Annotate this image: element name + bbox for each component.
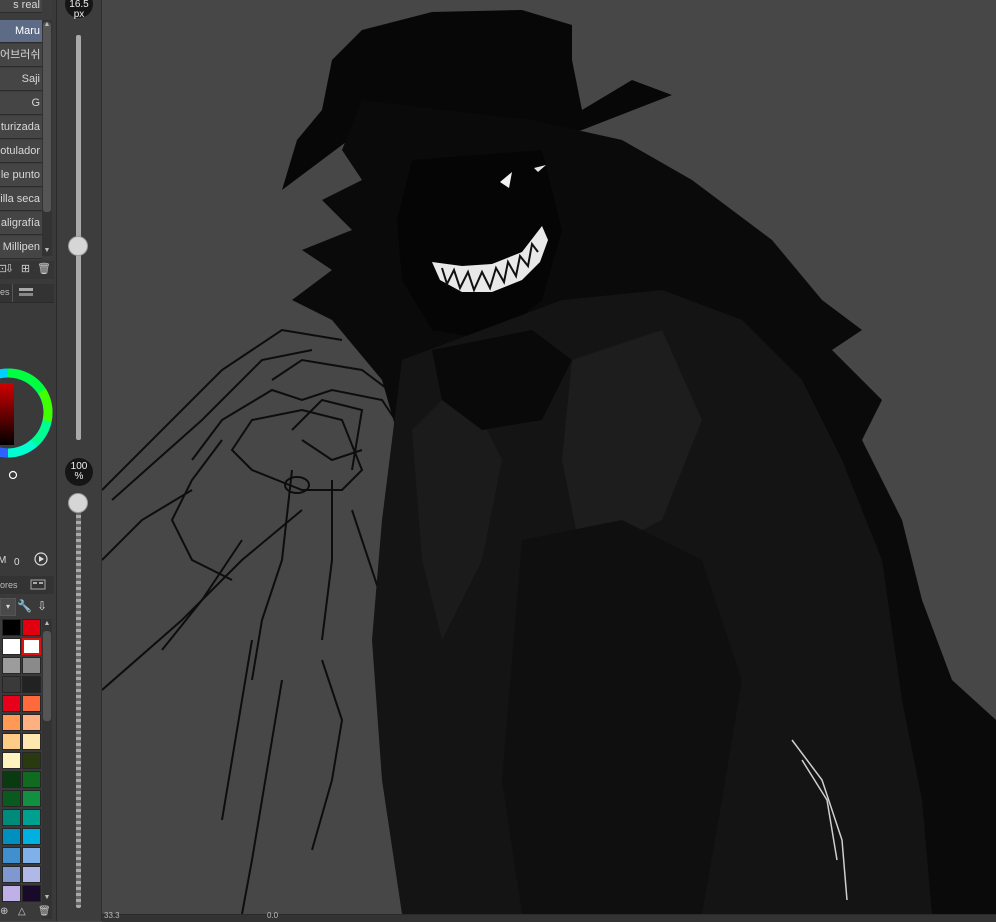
color-swatch[interactable]: [2, 866, 21, 883]
color-swatch[interactable]: [22, 714, 41, 731]
scroll-down-icon[interactable]: ▼: [42, 893, 52, 903]
color-swatch[interactable]: [2, 733, 21, 750]
scroll-up-icon[interactable]: ▲: [42, 619, 52, 629]
color-swatch[interactable]: [22, 657, 41, 674]
dropper-icon[interactable]: △: [18, 906, 26, 917]
color-swatch[interactable]: [22, 790, 41, 807]
color-swatch[interactable]: [22, 752, 41, 769]
add-color-icon[interactable]: ⊕: [0, 906, 8, 917]
canvas-artwork: [102, 10, 996, 914]
color-set-panel: ▾ 🔧 ⇩ ▲ ▼ ⊕ △ 🗑: [0, 595, 54, 921]
color-swatch[interactable]: [2, 790, 21, 807]
color-swatch[interactable]: [2, 657, 21, 674]
brush-item-saji[interactable]: Saji: [0, 68, 42, 91]
brush-size-slider-thumb[interactable]: [68, 235, 88, 256]
brush-item-millipen[interactable]: Millipen: [0, 236, 42, 259]
color-swatch[interactable]: [2, 638, 21, 655]
color-swatch[interactable]: [2, 771, 21, 788]
tab-palette-partial[interactable]: ores: [0, 580, 18, 590]
color-swatch[interactable]: [22, 619, 41, 636]
color-swatch[interactable]: [22, 809, 41, 826]
brush-subtool-list: s real Maru 어브러쉬 Saji G turizada otulado…: [0, 0, 52, 260]
brush-item-maru[interactable]: Maru: [0, 20, 42, 43]
tab-color-set-icon[interactable]: [18, 287, 34, 298]
color-swatch[interactable]: [22, 866, 41, 883]
color-panel-tabs: es: [0, 284, 54, 303]
color-wheel[interactable]: [0, 303, 54, 573]
opacity-slider-thumb[interactable]: [68, 493, 88, 513]
swatch-grid: [2, 619, 42, 919]
color-swatch[interactable]: [2, 619, 21, 636]
opacity-unit: %: [74, 471, 84, 482]
opacity-slider[interactable]: [76, 503, 81, 908]
color-swatch[interactable]: [22, 828, 41, 845]
color-swatch[interactable]: [22, 733, 41, 750]
brush-item-punto[interactable]: le punto: [0, 164, 42, 187]
scroll-down-icon[interactable]: ▼: [42, 246, 52, 256]
color-picker-handle[interactable]: [8, 470, 18, 480]
left-tool-panel: s real Maru 어브러쉬 Saji G turizada otulado…: [0, 0, 57, 921]
brush-list-scroll-thumb[interactable]: [43, 22, 51, 212]
trash-icon[interactable]: 🗑: [37, 263, 51, 276]
drawing-canvas[interactable]: [102, 0, 996, 914]
brush-item-airbrush[interactable]: 어브러쉬: [0, 44, 42, 67]
brush-item-seca[interactable]: illa seca: [0, 188, 42, 211]
download-icon[interactable]: ⇩: [37, 599, 47, 613]
color-swatch[interactable]: [2, 828, 21, 845]
color-swatch[interactable]: [2, 752, 21, 769]
color-swatch[interactable]: [2, 809, 21, 826]
brush-item-texturizada[interactable]: turizada: [0, 116, 42, 139]
color-swatch[interactable]: [2, 695, 21, 712]
color-swatch[interactable]: [2, 885, 21, 902]
brush-item-g[interactable]: G: [0, 92, 42, 115]
palette-panel-tabs: ores: [0, 576, 54, 594]
color-swatch[interactable]: [22, 885, 41, 902]
color-wheel-panel: M 0: [0, 303, 54, 573]
tab-color-partial[interactable]: es: [0, 287, 10, 297]
color-mode-icon[interactable]: M: [0, 555, 6, 566]
tab-palette-icon[interactable]: [30, 579, 46, 590]
opacity-badge: 100 %: [65, 458, 93, 486]
color-swatch[interactable]: [22, 847, 41, 864]
color-swatch[interactable]: [22, 676, 41, 693]
brush-item-rotulador[interactable]: otulador: [0, 140, 42, 163]
color-swatch[interactable]: [2, 714, 21, 731]
import-icon[interactable]: ⇩: [3, 263, 16, 276]
color-value-readout: 0: [14, 557, 20, 568]
color-swatch[interactable]: [22, 638, 41, 655]
brush-size-badge: 16.5 px: [65, 0, 93, 20]
trash-icon[interactable]: 🗑: [38, 906, 51, 917]
brush-tool-row: ⊡ ⇩ ⊞ 🗑: [0, 261, 54, 279]
rotation-readout[interactable]: 0.0: [267, 911, 278, 920]
color-swatch[interactable]: [2, 676, 21, 693]
scroll-up-icon[interactable]: ▲: [42, 20, 52, 30]
brush-size-unit: px: [73, 9, 85, 20]
zoom-readout[interactable]: 33.3: [104, 911, 120, 920]
wrench-icon[interactable]: 🔧: [17, 599, 32, 613]
tab-divider: [12, 284, 13, 302]
palette-scroll-thumb[interactable]: [43, 631, 51, 721]
color-swatch[interactable]: [22, 771, 41, 788]
opacity-value: 100: [70, 461, 88, 472]
duplicate-icon[interactable]: ⊞: [19, 263, 32, 276]
color-swatch[interactable]: [22, 695, 41, 712]
palette-dropdown[interactable]: ▾: [0, 598, 16, 616]
play-icon[interactable]: [34, 552, 48, 566]
brush-item-caligrafia[interactable]: aligrafía: [0, 212, 42, 235]
brush-slider-column: 16.5 px 100 %: [57, 0, 102, 921]
color-swatch[interactable]: [2, 847, 21, 864]
brush-item-partial[interactable]: s real: [0, 0, 42, 13]
coat-shadow: [502, 520, 742, 914]
